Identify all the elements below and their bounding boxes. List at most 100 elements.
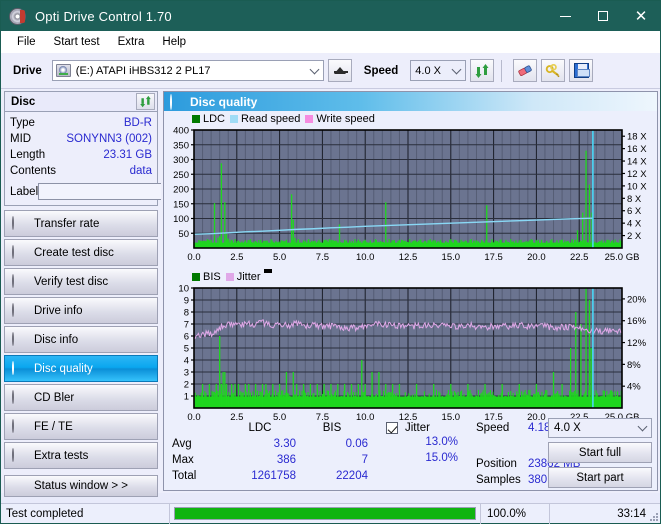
drive-label: Drive	[13, 65, 42, 77]
sidebar-nav: Transfer rate Create test disc Verify te…	[4, 210, 158, 469]
refresh-icon	[474, 63, 490, 79]
progress-percent: 100.0%	[480, 504, 550, 524]
disc-type-label: Type	[10, 115, 35, 131]
sidebar-item-disc-quality[interactable]: Disc quality	[4, 355, 158, 382]
speed-select-toolbar[interactable]: 4.0 X	[410, 60, 466, 81]
legend-ldc: LDC	[192, 113, 225, 125]
svg-text:1: 1	[184, 392, 189, 403]
sidebar-item-drive-info[interactable]: Drive info	[4, 297, 158, 324]
disc-row-type: Type BD-R	[10, 115, 152, 131]
stats-col-ldc: LDC	[224, 422, 296, 434]
svg-text:6 X: 6 X	[627, 206, 642, 217]
stats-row-label: Max	[172, 454, 224, 466]
svg-text:18 X: 18 X	[627, 132, 647, 143]
legend-label: LDC	[203, 113, 225, 125]
speed-key: Speed	[476, 422, 528, 434]
svg-text:2.5: 2.5	[230, 252, 243, 263]
refresh-button[interactable]	[470, 59, 494, 82]
window-title: Opti Drive Control 1.70	[35, 9, 172, 24]
disc-refresh-button[interactable]	[136, 93, 155, 110]
eject-button[interactable]	[328, 59, 352, 82]
svg-text:100: 100	[173, 214, 189, 225]
bis-jitter-chart: 1098765432120%16%12%8%4%0.0 2.5 5.0 7.5 10.0…	[164, 284, 658, 424]
sidebar-item-disc-info[interactable]: Disc info	[4, 326, 158, 353]
svg-text:16 X: 16 X	[627, 144, 647, 155]
disc-icon	[12, 420, 26, 434]
drive-select[interactable]: (E:) ATAPI iHBS312 2 PL17	[52, 60, 324, 81]
status-window-button[interactable]: Status window > >	[4, 475, 158, 497]
disc-contents-value: data	[130, 163, 152, 179]
progress-cell	[170, 504, 480, 524]
sidebar-item-label: Transfer rate	[34, 218, 99, 230]
menu-start-test[interactable]: Start test	[45, 34, 109, 50]
speed-label: Speed	[364, 65, 399, 77]
svg-text:350: 350	[173, 140, 189, 151]
keys-button[interactable]	[541, 59, 565, 82]
stats-max-ldc: 386	[224, 454, 296, 466]
stats-row-max: Max 386 7	[172, 452, 368, 468]
svg-text:8 X: 8 X	[627, 194, 642, 205]
position-key: Position	[476, 458, 528, 470]
sidebar-item-extra-tests[interactable]: Extra tests	[4, 442, 158, 469]
disc-icon	[12, 362, 26, 376]
save-icon	[574, 63, 589, 78]
svg-text:200: 200	[173, 185, 189, 196]
status-message: Test completed	[1, 504, 170, 524]
ldc-read-speed-chart: 4003503002502001501005018 X16 X14 X12 X1…	[164, 126, 658, 264]
elapsed-time: 33:14	[550, 504, 660, 524]
legend-label: BIS	[203, 271, 221, 283]
sidebar-item-label: CD Bler	[34, 392, 74, 404]
disc-icon	[12, 246, 26, 260]
menu-extra[interactable]: Extra	[109, 34, 154, 50]
app-disc-icon	[9, 8, 26, 25]
stats-area: LDC BIS Avg 3.30 0.06 Max 386 7 Total 12…	[164, 418, 657, 490]
speed-select-test-value: 4.0 X	[554, 422, 581, 434]
menu-help[interactable]: Help	[153, 34, 195, 50]
disc-icon	[12, 217, 26, 231]
erase-button[interactable]	[513, 59, 537, 82]
sidebar-item-fe-te[interactable]: FE / TE	[4, 413, 158, 440]
drive-select-value: (E:) ATAPI iHBS312 2 PL17	[76, 65, 211, 77]
svg-text:250: 250	[173, 170, 189, 181]
sidebar-item-transfer-rate[interactable]: Transfer rate	[4, 210, 158, 237]
svg-text:9: 9	[184, 296, 189, 307]
speed-select-test[interactable]: 4.0 X	[548, 418, 652, 438]
close-button[interactable]: ✕	[622, 1, 660, 31]
svg-text:2 X: 2 X	[627, 231, 642, 242]
resize-grip[interactable]	[648, 511, 658, 521]
stats-header-row: LDC BIS	[172, 420, 368, 436]
sidebar-item-cd-bler[interactable]: CD Bler	[4, 384, 158, 411]
jitter-label: Jitter	[405, 422, 430, 434]
svg-text:6: 6	[184, 332, 189, 343]
sidebar-item-verify-test-disc[interactable]: Verify test disc	[4, 268, 158, 295]
eject-icon	[334, 67, 346, 74]
disc-row-length: Length 23.31 GB	[10, 147, 152, 163]
disc-icon	[12, 391, 26, 405]
legend-swatch	[226, 273, 234, 281]
save-button[interactable]	[569, 59, 593, 82]
stats-avg-ldc: 3.30	[224, 438, 296, 450]
stats-total-bis: 22204	[296, 470, 368, 482]
keys-icon	[545, 64, 562, 78]
progress-bar	[174, 507, 476, 520]
svg-text:8%: 8%	[627, 360, 641, 371]
maximize-button[interactable]	[584, 1, 622, 31]
stats-total-ldc: 1261758	[224, 470, 296, 482]
start-part-button[interactable]: Start part	[548, 467, 652, 488]
menu-file[interactable]: File	[8, 34, 45, 50]
start-full-button[interactable]: Start full	[548, 442, 652, 463]
page-title: Disc quality	[190, 95, 257, 109]
stats-row-label: Avg	[172, 438, 224, 450]
legend-label: Write speed	[316, 113, 375, 125]
svg-text:150: 150	[173, 199, 189, 210]
svg-text:8: 8	[184, 308, 189, 319]
stats-row-total: Total 1261758 22204	[172, 468, 368, 484]
toolbar-separator	[501, 60, 502, 82]
jitter-checkbox[interactable]	[386, 422, 398, 434]
disc-icon	[12, 449, 26, 463]
svg-text:0.0: 0.0	[187, 252, 200, 263]
jitter-max-value: 15.0%	[386, 452, 458, 468]
chevron-down-icon	[452, 64, 462, 74]
sidebar-item-create-test-disc[interactable]: Create test disc	[4, 239, 158, 266]
minimize-button[interactable]	[546, 1, 584, 31]
